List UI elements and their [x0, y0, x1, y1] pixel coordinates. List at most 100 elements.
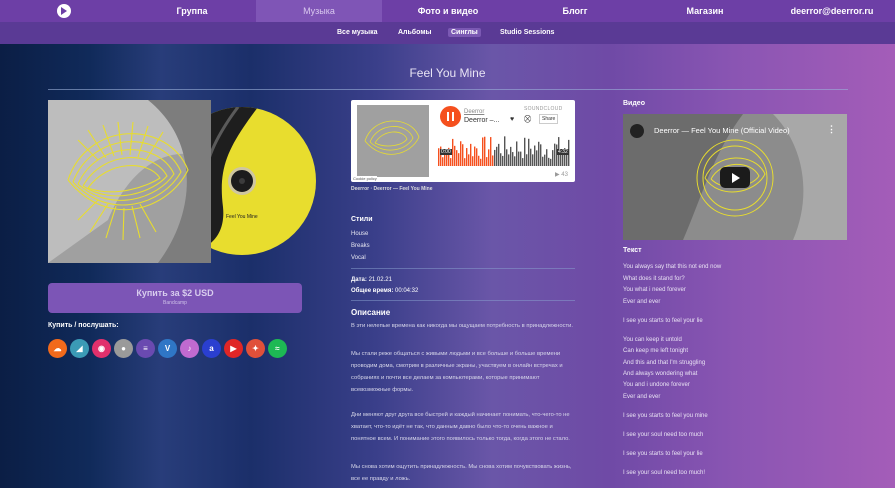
gift-icon[interactable]: ✦: [246, 339, 265, 358]
play-icon[interactable]: [720, 167, 750, 188]
waveform-bar: [540, 144, 542, 166]
total-time-value: 00:04:32: [395, 288, 419, 294]
buy-button-label: Купить за $2 USD: [136, 288, 214, 298]
soundcloud-track[interactable]: Deerror –...: [464, 117, 499, 124]
nav-item-shop[interactable]: Магазин: [670, 0, 740, 22]
waveform-bar: [502, 155, 504, 166]
waveform-bar: [524, 137, 526, 166]
waveform-bar: [550, 158, 552, 166]
title-divider: [48, 89, 848, 90]
nav-item-music[interactable]: Музыка: [256, 0, 382, 22]
video-player[interactable]: Deerror — Feel You Mine (Official Video)…: [623, 114, 847, 240]
subnav-item-all[interactable]: Все музыка: [334, 28, 381, 37]
waveform-bar: [556, 144, 558, 166]
waveform-bar: [466, 148, 468, 166]
cd-label: [228, 167, 256, 195]
lyric-line: You what i need forever: [623, 287, 686, 293]
description-heading: Описание: [351, 308, 391, 317]
deezer-icon[interactable]: ≡: [136, 339, 155, 358]
waveform-bar: [544, 154, 546, 166]
logo-icon[interactable]: [57, 4, 71, 18]
waveform-bar: [510, 146, 512, 166]
style-item: House: [351, 231, 369, 237]
waveform-bar: [472, 156, 474, 166]
spotify-icon[interactable]: ≈: [268, 339, 287, 358]
soundcloud-caption[interactable]: Deerror · Deerror — Feel You Mine: [351, 186, 433, 192]
cd-text: Feel You Mine: [226, 214, 258, 220]
nav-item-group[interactable]: Группа: [147, 0, 237, 22]
apple-icon[interactable]: ●: [114, 339, 133, 358]
waveform-bar: [452, 138, 454, 166]
cd-hole: [239, 178, 245, 184]
waveform-bar: [522, 158, 524, 166]
pause-icon[interactable]: [440, 106, 461, 127]
nav-item-account[interactable]: deerror@deerror.ru: [782, 0, 882, 22]
vk-icon[interactable]: V: [158, 339, 177, 358]
subnav-item-albums[interactable]: Альбомы: [395, 28, 434, 37]
lyrics-heading: Текст: [623, 247, 642, 254]
waveform-bar: [492, 155, 494, 166]
divider: [351, 268, 575, 269]
styles-heading: Стили: [351, 216, 373, 223]
waveform-bar: [454, 145, 456, 166]
amazon-music-icon[interactable]: a: [202, 339, 221, 358]
total-time-label: Общее время:: [351, 288, 394, 294]
waveform-bar: [478, 155, 480, 166]
nav-item-blog[interactable]: Блогг: [545, 0, 605, 22]
waveform-bar: [476, 148, 478, 166]
waveform-bar: [494, 149, 496, 166]
soundcloud-artist[interactable]: Deerror: [464, 109, 484, 115]
waveform-bar: [498, 143, 500, 166]
soundcloud-brand[interactable]: SOUNDCLOUD: [524, 106, 563, 112]
lyric-line: I see you starts to feel your lie: [623, 318, 703, 324]
more-icon[interactable]: ⋮: [827, 124, 836, 135]
description-paragraph: В эти нелепые времена как никогда мы ощу…: [351, 323, 574, 329]
buy-button[interactable]: Купить за $2 USD Bandcamp: [48, 283, 302, 313]
style-item: Vocal: [351, 255, 366, 261]
bandcamp-icon[interactable]: ◢: [70, 339, 89, 358]
soundcloud-icon[interactable]: ☁: [48, 339, 67, 358]
video-heading: Видео: [623, 100, 645, 107]
waveform-bar: [462, 144, 464, 166]
lyric-line: Ever and ever: [623, 299, 661, 305]
waveform-bar: [458, 153, 460, 166]
cart-icon[interactable]: ⛒: [524, 116, 531, 124]
lyric-line: You always say that this not end now: [623, 264, 722, 270]
waveform-bar: [518, 151, 520, 166]
waveform-bar: [542, 156, 544, 166]
sub-nav: Все музыка Альбомы Синглы Studio Session…: [0, 22, 895, 44]
page-title: Feel You Mine: [409, 66, 486, 80]
waveform-bar: [536, 150, 538, 166]
lyric-line: I see you starts to feel you mine: [623, 413, 708, 419]
waveform-bar: [520, 151, 522, 166]
youtube-icon[interactable]: ▶: [224, 339, 243, 358]
waveform-bar: [532, 154, 534, 166]
video-title[interactable]: Deerror — Feel You Mine (Official Video): [654, 126, 790, 135]
waveform-bar: [490, 137, 492, 166]
cookie-policy-link[interactable]: Cookie policy: [353, 176, 377, 181]
divider: [351, 300, 575, 301]
buy-listen-title: Купить / послушать:: [48, 322, 119, 329]
waveform-bar: [552, 150, 554, 166]
like-icon[interactable]: ♥: [510, 116, 514, 123]
itunes-icon[interactable]: ♪: [180, 339, 199, 358]
lyric-line: And this and that I'm struggling: [623, 360, 706, 366]
waveform-bar: [528, 138, 530, 166]
podcast-icon[interactable]: ◉: [92, 339, 111, 358]
waveform-bar: [534, 145, 536, 166]
channel-avatar[interactable]: [630, 124, 644, 138]
waveform-bar: [538, 141, 540, 166]
description-paragraph: Дни меняют друг друга все быстрей и кажд…: [351, 412, 570, 442]
nav-item-photo-video[interactable]: Фото и видео: [400, 0, 496, 22]
waveform-bar: [496, 146, 498, 166]
waveform-bar: [554, 143, 556, 166]
subnav-item-studio-sessions[interactable]: Studio Sessions: [497, 28, 557, 37]
waveform[interactable]: [438, 132, 570, 166]
lyric-line: I see your soul need too much: [623, 432, 704, 438]
subnav-item-singles[interactable]: Синглы: [448, 28, 481, 37]
share-button[interactable]: Share: [539, 114, 559, 124]
waveform-bar: [442, 157, 444, 166]
waveform-bar: [508, 154, 510, 166]
waveform-bar: [548, 157, 550, 166]
time-start: 0:00: [440, 149, 452, 155]
